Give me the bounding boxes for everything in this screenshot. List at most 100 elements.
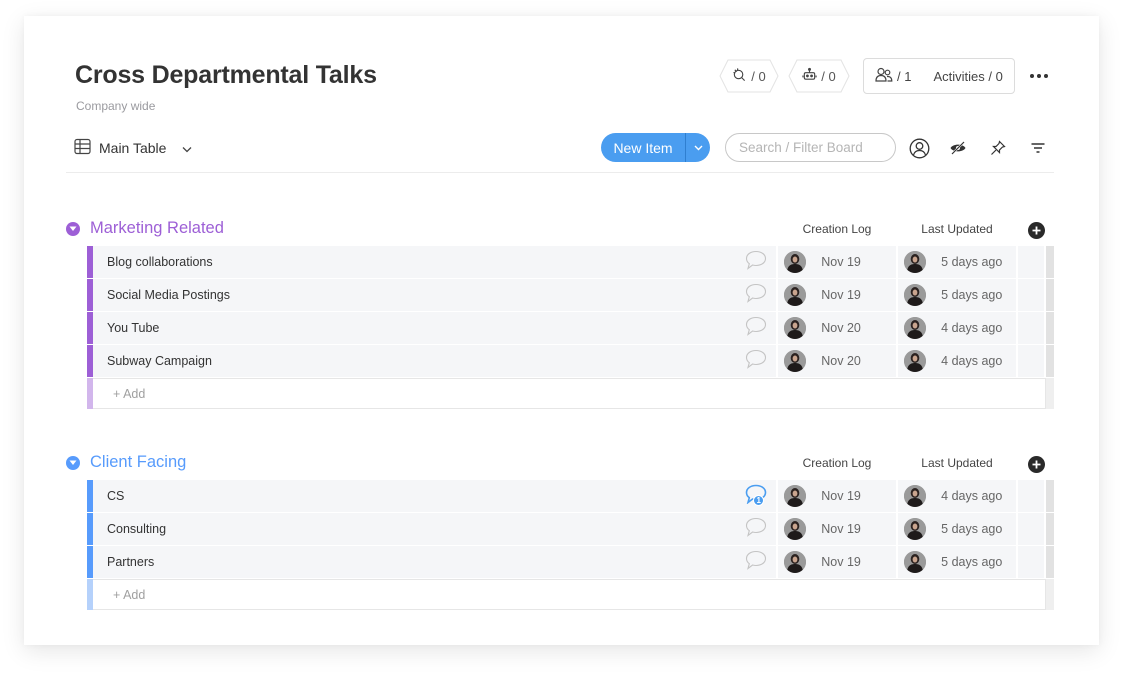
row-edge <box>1046 546 1054 578</box>
last-updated-cell[interactable]: 5 days ago <box>898 546 1019 578</box>
last-updated-text: 5 days ago <box>941 555 1003 569</box>
row-edge <box>1046 279 1054 311</box>
item-updates-button[interactable] <box>736 345 779 377</box>
avatar <box>784 317 807 339</box>
add-column-button[interactable] <box>1028 222 1045 239</box>
caret-down-icon <box>69 226 77 231</box>
item-name[interactable]: You Tube <box>93 312 736 344</box>
avatar <box>904 485 927 507</box>
board-title[interactable]: Cross Departmental Talks <box>75 61 377 90</box>
automations-count: / 0 <box>821 68 836 84</box>
row-edge <box>1046 480 1054 512</box>
group-collapse-toggle[interactable] <box>66 456 80 470</box>
filter-icon[interactable] <box>1026 136 1050 160</box>
view-label: Main Table <box>99 140 167 156</box>
empty-cell <box>1018 312 1046 344</box>
group-collapse-toggle[interactable] <box>66 222 80 236</box>
item-updates-button[interactable] <box>736 279 779 311</box>
creation-log-cell[interactable]: Nov 20 <box>778 345 899 377</box>
last-updated-cell[interactable]: 5 days ago <box>898 513 1019 545</box>
creation-log-cell[interactable]: Nov 19 <box>778 279 899 311</box>
table-row[interactable]: Partners Nov 19 5 days ago <box>87 546 1054 578</box>
members-button[interactable]: / 1 <box>875 67 911 85</box>
automations-button[interactable]: / 0 <box>788 59 850 93</box>
creation-date: Nov 19 <box>821 255 861 269</box>
table-row[interactable]: Social Media Postings Nov 19 5 days ago <box>87 279 1054 311</box>
creation-log-cell[interactable]: Nov 19 <box>778 246 899 278</box>
table-row[interactable]: Blog collaborations Nov 19 5 days ago <box>87 246 1054 278</box>
board-subtitle[interactable]: Company wide <box>76 99 155 113</box>
creation-log-cell[interactable]: Nov 20 <box>778 312 899 344</box>
column-header-creation-log[interactable]: Creation Log <box>797 222 877 236</box>
group-header: Marketing Related Creation Log Last Upda… <box>66 216 1054 246</box>
group-title[interactable]: Client Facing <box>90 453 186 472</box>
column-header-last-updated[interactable]: Last Updated <box>917 456 997 470</box>
creation-date: Nov 19 <box>821 522 861 536</box>
last-updated-cell[interactable]: 4 days ago <box>898 312 1019 344</box>
last-updated-cell[interactable]: 5 days ago <box>898 246 1019 278</box>
item-name[interactable]: Partners <box>93 546 736 578</box>
chevron-down-icon <box>182 140 192 156</box>
robot-icon <box>802 67 817 85</box>
table-icon <box>74 138 91 158</box>
more-dots-icon[interactable] <box>1028 66 1050 86</box>
add-column-button[interactable] <box>1028 456 1045 473</box>
new-item-dropdown-button[interactable] <box>686 145 710 151</box>
avatar <box>784 518 807 540</box>
item-updates-button[interactable] <box>736 312 779 344</box>
integrations-button[interactable]: / 0 <box>719 59 779 93</box>
table-row[interactable]: Subway Campaign Nov 20 4 days ago <box>87 345 1054 377</box>
avatar <box>904 284 927 306</box>
last-updated-text: 5 days ago <box>941 255 1003 269</box>
avatar <box>904 518 927 540</box>
column-header-creation-log[interactable]: Creation Log <box>797 456 877 470</box>
item-updates-button[interactable] <box>736 546 779 578</box>
last-updated-cell[interactable]: 4 days ago <box>898 345 1019 377</box>
creation-log-cell[interactable]: Nov 19 <box>778 546 899 578</box>
person-icon[interactable] <box>907 136 931 160</box>
item-updates-button[interactable] <box>736 246 779 278</box>
row-edge <box>1046 246 1054 278</box>
activities-button[interactable]: Activities / 0 <box>933 69 1002 84</box>
last-updated-text: 5 days ago <box>941 288 1003 302</box>
creation-date: Nov 19 <box>821 489 861 503</box>
item-name[interactable]: Subway Campaign <box>93 345 736 377</box>
table-row[interactable]: CS 1 Nov 19 4 days ago <box>87 480 1054 512</box>
add-item-input[interactable]: + Add <box>93 579 1046 610</box>
view-switcher[interactable]: Main Table <box>74 138 192 158</box>
empty-cell <box>1018 279 1046 311</box>
avatar <box>784 485 807 507</box>
table-row[interactable]: Consulting Nov 19 5 days ago <box>87 513 1054 545</box>
comment-icon <box>745 283 767 308</box>
members-count: / 1 <box>897 68 912 84</box>
creation-log-cell[interactable]: Nov 19 <box>778 513 899 545</box>
last-updated-text: 5 days ago <box>941 522 1003 536</box>
last-updated-cell[interactable]: 4 days ago <box>898 480 1019 512</box>
creation-log-cell[interactable]: Nov 19 <box>778 480 899 512</box>
plus-icon <box>1032 460 1041 469</box>
add-item-row[interactable]: + Add <box>87 579 1054 610</box>
add-item-row[interactable]: + Add <box>87 378 1054 409</box>
item-name[interactable]: Consulting <box>93 513 736 545</box>
item-name[interactable]: Social Media Postings <box>93 279 736 311</box>
empty-cell <box>1018 246 1046 278</box>
add-item-input[interactable]: + Add <box>93 378 1046 409</box>
group-title[interactable]: Marketing Related <box>90 219 224 238</box>
plus-icon <box>1032 226 1041 235</box>
column-header-last-updated[interactable]: Last Updated <box>917 222 997 236</box>
new-item-button[interactable]: New Item <box>601 140 685 156</box>
item-updates-button[interactable] <box>736 513 779 545</box>
last-updated-cell[interactable]: 5 days ago <box>898 279 1019 311</box>
comment-icon <box>745 550 767 575</box>
table-row[interactable]: You Tube Nov 20 4 days ago <box>87 312 1054 344</box>
item-name[interactable]: Blog collaborations <box>93 246 736 278</box>
hide-icon[interactable] <box>946 136 970 160</box>
empty-cell <box>1018 480 1046 512</box>
row-edge <box>1046 513 1054 545</box>
last-updated-text: 4 days ago <box>941 321 1003 335</box>
item-name[interactable]: CS <box>93 480 736 512</box>
pin-icon[interactable] <box>986 136 1010 160</box>
search-input[interactable] <box>725 133 896 162</box>
integrations-count: / 0 <box>751 68 766 84</box>
item-updates-button[interactable]: 1 <box>736 480 779 512</box>
